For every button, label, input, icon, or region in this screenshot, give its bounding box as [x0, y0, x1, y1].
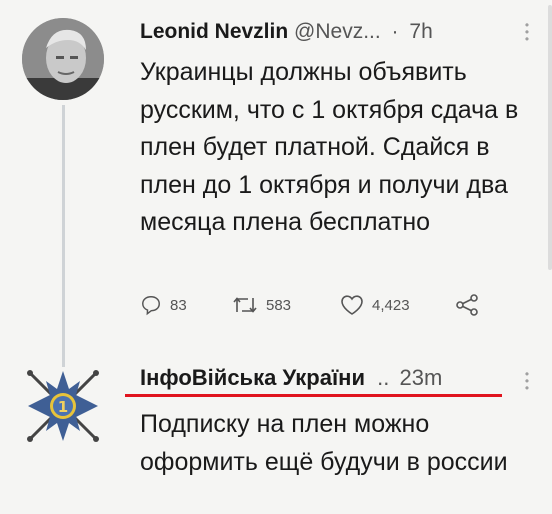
svg-text:1: 1	[58, 398, 68, 416]
retweet-count: 583	[266, 296, 292, 314]
separator-dot: ·	[391, 20, 399, 43]
reply-button[interactable]: 83	[140, 294, 187, 316]
display-name[interactable]: Leonid Nevzlin	[140, 20, 288, 43]
tweet-leonid-nevzlin[interactable]: Leonid Nevzlin @Nevz... · 7h • • • Украинц…	[0, 0, 552, 345]
share-button[interactable]	[455, 294, 479, 316]
tweet-text: Украинцы должны объявить русским, что с …	[140, 58, 519, 236]
retweet-button[interactable]: 583	[232, 294, 291, 316]
tweet-header: ІнфоВійська України .. 23m	[140, 365, 442, 391]
more-vertical-icon[interactable]: • • •	[524, 19, 530, 45]
tweet-infovijska[interactable]: 1 ІнфоВійська України .. 23m • • • Подписк…	[0, 345, 552, 514]
reply-count: 83	[170, 296, 187, 314]
retweet-icon	[233, 297, 257, 313]
red-underline-annotation	[125, 394, 502, 397]
more-vertical-icon[interactable]: • • •	[524, 368, 530, 394]
action-bar: 83 583 4,423	[140, 294, 500, 324]
tweet-header: Leonid Nevzlin @Nevz... · 7h	[140, 20, 433, 44]
reply-icon	[142, 296, 160, 316]
avatar[interactable]	[22, 18, 104, 100]
army-emblem-icon[interactable]: 1	[22, 365, 104, 447]
like-button[interactable]: 4,423	[340, 294, 410, 316]
timestamp[interactable]: 7h	[409, 20, 432, 43]
user-handle[interactable]: @Nevz...	[294, 20, 381, 43]
like-icon	[341, 295, 363, 315]
share-icon	[456, 294, 478, 316]
display-name[interactable]: ІнфоВійська України	[140, 365, 365, 390]
timestamp[interactable]: 23m	[399, 365, 442, 390]
like-count: 4,423	[372, 296, 410, 314]
separator-dots: ..	[377, 365, 390, 390]
tweet-text: Подписку на плен можно оформить ещё буду…	[140, 410, 508, 476]
